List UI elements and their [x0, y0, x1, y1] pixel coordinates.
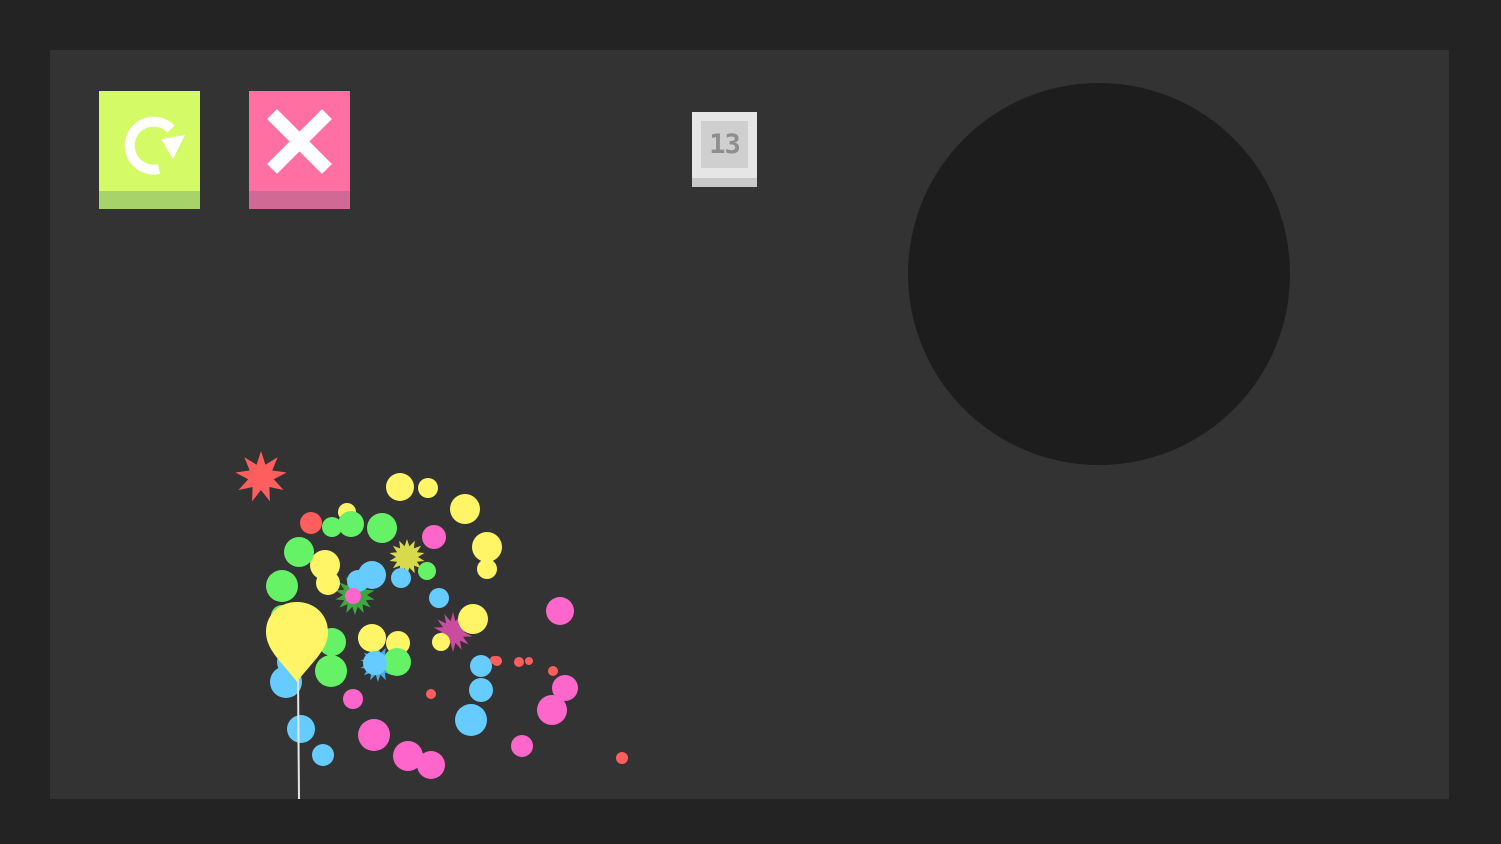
confetti-dot — [316, 571, 340, 595]
confetti-dot — [470, 655, 492, 677]
balloon-string — [297, 677, 300, 799]
confetti-dot — [338, 511, 364, 537]
confetti-dot — [391, 568, 411, 588]
confetti-dot — [266, 570, 298, 602]
confetti-dot — [345, 588, 361, 604]
confetti-dot — [546, 597, 574, 625]
confetti-dot — [418, 478, 438, 498]
confetti-dot — [386, 473, 414, 501]
confetti-dot — [312, 744, 334, 766]
confetti-dot — [429, 588, 449, 608]
confetti-dot — [287, 715, 315, 743]
confetti-dot — [315, 655, 347, 687]
confetti-dot — [458, 604, 488, 634]
red-burst-splat — [235, 451, 287, 502]
confetti-dot — [514, 657, 524, 667]
confetti-dot — [548, 666, 558, 676]
confetti-dot — [422, 525, 446, 549]
confetti-dot — [450, 494, 480, 524]
confetti-dot — [417, 751, 445, 779]
confetti-dot — [367, 513, 397, 543]
confetti-dot — [284, 537, 314, 567]
confetti-dot — [300, 512, 322, 534]
confetti-dot — [358, 624, 386, 652]
particle-field — [235, 451, 628, 799]
confetti-dot — [511, 735, 533, 757]
confetti-dot — [343, 689, 363, 709]
confetti-dot — [432, 633, 450, 651]
confetti-dot — [525, 657, 533, 665]
confetti-dot — [490, 656, 498, 664]
confetti-dot — [426, 689, 436, 699]
confetti-dot — [469, 678, 493, 702]
confetti-dot — [477, 559, 497, 579]
confetti-dot — [616, 752, 628, 764]
confetti-dot — [472, 532, 502, 562]
confetti-dot — [358, 719, 390, 751]
confetti-dot — [537, 695, 567, 725]
confetti-dot — [363, 651, 387, 675]
confetti-dot — [418, 562, 436, 580]
game-stage: 13 — [50, 50, 1449, 799]
confetti-dot — [455, 704, 487, 736]
confetti-dot — [383, 648, 411, 676]
